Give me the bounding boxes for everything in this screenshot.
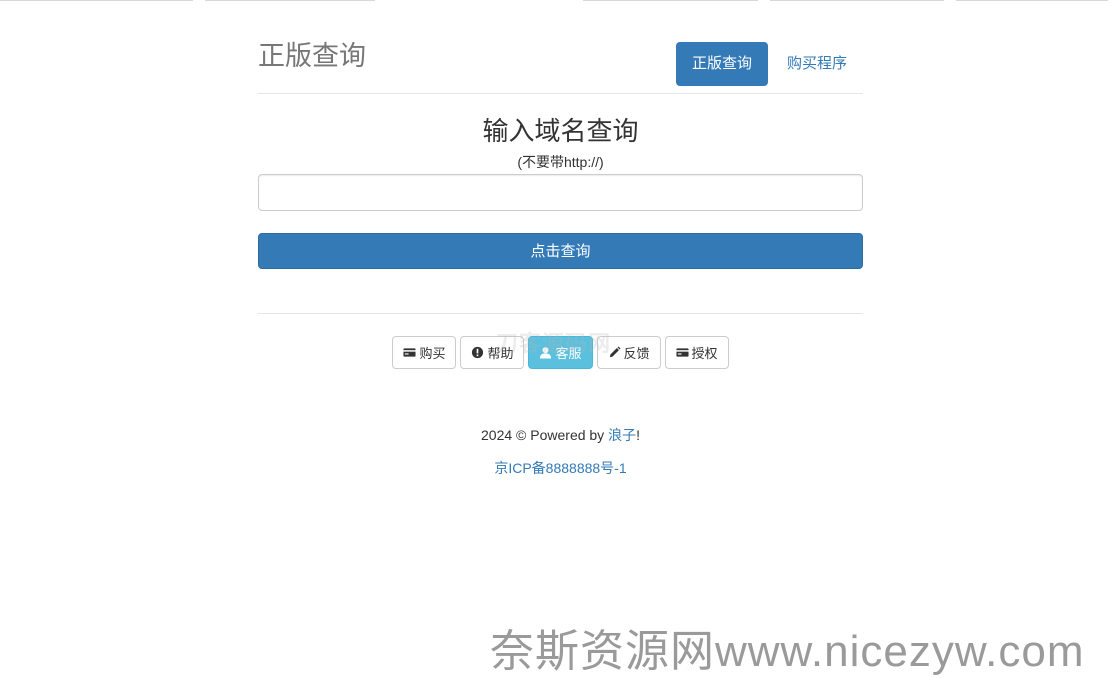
credit-card-icon [675,348,689,357]
feedback-button-label: 反馈 [623,346,650,361]
page-title: 正版查询 [258,41,366,71]
author-link[interactable]: 浪子 [608,427,636,443]
divider [258,313,863,314]
query-hint: (不要带http://) [517,154,604,170]
site-watermark: 奈斯资源网www.nicezyw.com [490,627,1085,676]
footer: 2024 © Powered by 浪子! 京ICP备8888888号-1 [258,425,863,478]
help-button-label: 帮助 [487,346,514,361]
pencil-icon [609,346,621,358]
query-section: 输入域名查询 (不要带http://) 点击查询 [258,94,863,269]
query-heading: 输入域名查询 [482,116,639,146]
icp-line: 京ICP备8888888号-1 [258,458,863,478]
header: 正版查询 正版查询 购买程序 [258,0,863,94]
powered-by-prefix: 2024 © Powered by [481,427,609,443]
powered-by-suffix: ! [636,427,640,443]
feedback-button[interactable]: 反馈 [596,336,661,369]
user-icon [540,347,552,359]
buy-button-label: 购买 [419,346,446,361]
powered-by-line: 2024 © Powered by 浪子! [258,425,863,445]
buy-button[interactable]: 购买 [392,336,457,369]
license-button[interactable]: 授权 [664,336,729,369]
domain-input[interactable] [258,174,863,211]
exclamation-circle-icon [472,346,484,359]
main-container: 正版查询 正版查询 购买程序 输入域名查询 (不要带http://) 点击查询 … [258,0,863,478]
help-button[interactable]: 帮助 [460,336,525,369]
customer-service-button[interactable]: 客服 [528,336,593,369]
nav-buy-program[interactable]: 购买程序 [771,42,863,86]
customer-service-button-label: 客服 [555,346,582,361]
credit-card-icon [403,348,416,357]
nav-pills: 正版查询 购买程序 [675,42,863,86]
icp-link[interactable]: 京ICP备8888888号-1 [494,460,626,476]
action-button-group: 刀客源码网 购买 帮助 客服 反馈 授权 [258,331,863,369]
license-button-label: 授权 [691,346,718,361]
nav-genuine-query[interactable]: 正版查询 [675,42,768,86]
query-submit-button[interactable]: 点击查询 [258,233,863,269]
